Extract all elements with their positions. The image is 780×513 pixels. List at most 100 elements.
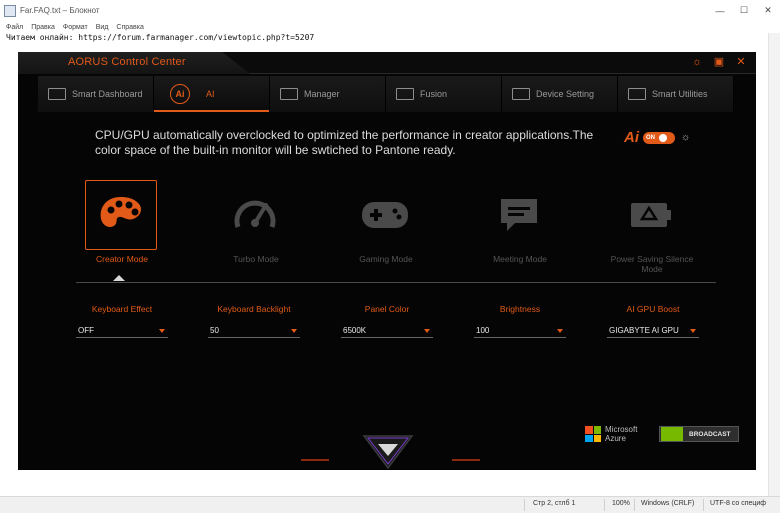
mode-settings: Keyboard Effect OFF Keyboard Backlight 5…: [18, 304, 756, 344]
tab-label: Smart Utilities: [652, 89, 708, 99]
selected-mode-caret: [113, 275, 125, 281]
panel-color-dropdown[interactable]: 6500K: [341, 324, 433, 338]
dropdown-value: 6500K: [343, 326, 367, 335]
section-divider: [76, 282, 716, 283]
keyboard-grid-icon: [280, 88, 298, 100]
bottom-accent-left: [301, 459, 329, 461]
microsoft-azure-label: Microsoft Azure: [605, 425, 638, 443]
app-title: AORUS Control Center: [68, 56, 186, 68]
notepad-titlebar: Far.FAQ.txt – Блокнот — ☐ ✕: [0, 0, 780, 21]
ai-logo: Ai: [624, 129, 639, 146]
restore-icon[interactable]: ▣: [712, 55, 726, 69]
chevron-down-icon: [288, 324, 300, 337]
mode-turbo[interactable]: Turbo Mode: [206, 178, 296, 278]
tab-smart-dashboard[interactable]: Smart Dashboard: [38, 76, 154, 112]
setting-keyboard-backlight: Keyboard Backlight 50: [208, 304, 300, 338]
menu-view[interactable]: Вид: [96, 24, 109, 31]
setting-label: Keyboard Backlight: [217, 304, 291, 314]
tab-fusion[interactable]: Fusion: [386, 76, 502, 112]
aorus-control-center: AORUS Control Center ☼ ▣ ✕ Smart Dashboa…: [18, 52, 756, 470]
aorus-emblem-icon: [362, 435, 414, 470]
chevron-down-icon: [156, 324, 168, 337]
dropdown-value: 50: [210, 326, 219, 335]
menu-help[interactable]: Справка: [116, 24, 143, 31]
notepad-window-title: Far.FAQ.txt – Блокнот: [20, 6, 100, 15]
brightness-icon[interactable]: ☼: [681, 132, 690, 143]
status-separator: [604, 499, 605, 511]
mode-power-saving[interactable]: Power Saving Silence Mode: [602, 178, 693, 278]
settings-icon[interactable]: ☼: [690, 55, 704, 69]
status-zoom: 100%: [612, 500, 630, 507]
keyboard-effect-dropdown[interactable]: OFF: [76, 324, 168, 338]
status-separator: [634, 499, 635, 511]
battery-recycle-icon: [631, 203, 671, 227]
bottom-accent-right: [452, 459, 480, 461]
maximize-button[interactable]: ☐: [732, 0, 756, 21]
laptop-icon: [512, 88, 530, 100]
mode-selector: Creator Mode Turbo Mode Gaming Mode Meet…: [58, 178, 738, 278]
brightness-dropdown[interactable]: 100: [474, 324, 566, 338]
tab-label: Device Setting: [536, 89, 595, 99]
window-controls: — ☐ ✕: [708, 0, 780, 21]
setting-label: Keyboard Effect: [91, 304, 153, 314]
tab-smart-utilities[interactable]: Smart Utilities: [618, 76, 734, 112]
status-line-endings: Windows (CRLF): [641, 500, 695, 507]
mode-icon-box: [219, 180, 291, 250]
main-tabs: Smart Dashboard Ai AI Manager Fusion Dev…: [38, 76, 738, 112]
chevron-down-icon: [687, 324, 699, 337]
gamepad-icon: [362, 202, 408, 228]
keyboard-backlight-dropdown[interactable]: 50: [208, 324, 300, 338]
tab-ai[interactable]: Ai AI: [154, 76, 270, 112]
minimize-button[interactable]: —: [708, 0, 732, 21]
mode-icon-box: [615, 180, 687, 250]
mode-label: Power Saving Silence Mode: [610, 254, 694, 274]
tab-label: Smart Dashboard: [72, 89, 143, 99]
mode-icon-box: [483, 180, 555, 250]
ai-toggle-group: Ai ON ☼: [624, 129, 690, 146]
notepad-text-line[interactable]: Читаем онлайн: https://forum.farmanager.…: [6, 33, 314, 42]
nvidia-logo-icon: [661, 427, 683, 441]
menu-format[interactable]: Формат: [63, 24, 88, 31]
chevron-down-icon: [554, 324, 566, 337]
mode-meeting[interactable]: Meeting Mode: [470, 178, 560, 278]
ai-gpu-boost-dropdown[interactable]: GIGABYTE AI GPU: [607, 324, 699, 338]
mode-creator[interactable]: Creator Mode: [72, 178, 162, 278]
nvidia-broadcast-badge: BROADCAST: [659, 426, 739, 442]
close-window-button[interactable]: ✕: [756, 0, 780, 21]
utilities-icon: [628, 88, 646, 100]
status-separator: [703, 499, 704, 511]
dashboard-icon: [48, 88, 66, 100]
toggle-knob: [659, 133, 667, 142]
speedometer-icon: [234, 200, 276, 228]
notepad-statusbar: Стр 2, стлб 1 100% Windows (CRLF) UTF-8 …: [0, 496, 780, 513]
broadcast-label: BROADCAST: [689, 430, 731, 438]
ai-toggle[interactable]: ON: [643, 131, 675, 144]
setting-panel-color: Panel Color 6500K: [341, 304, 433, 338]
mode-icon-box: [85, 180, 157, 250]
vertical-scrollbar[interactable]: [768, 33, 780, 496]
ai-icon: Ai: [170, 84, 190, 104]
mode-label: Turbo Mode: [233, 254, 279, 264]
tab-label: Manager: [304, 89, 340, 99]
menu-edit[interactable]: Правка: [31, 24, 55, 31]
setting-label: Brightness: [499, 304, 541, 314]
status-position: Стр 2, стлб 1: [533, 500, 576, 507]
app-titlebar: AORUS Control Center ☼ ▣ ✕: [18, 52, 756, 74]
status-separator: [524, 499, 525, 511]
notepad-menubar: Файл Правка Формат Вид Справка: [0, 21, 780, 33]
tab-device-setting[interactable]: Device Setting: [502, 76, 618, 112]
mode-icon-box: [349, 180, 421, 250]
tab-label: Fusion: [420, 89, 448, 99]
menu-file[interactable]: Файл: [6, 24, 23, 31]
dropdown-value: GIGABYTE AI GPU: [609, 326, 679, 335]
mode-label: Meeting Mode: [493, 254, 547, 264]
tab-manager[interactable]: Manager: [270, 76, 386, 112]
close-icon[interactable]: ✕: [734, 55, 748, 69]
notepad-icon: [4, 4, 16, 17]
mode-gaming[interactable]: Gaming Mode: [336, 178, 426, 278]
dropdown-value: OFF: [78, 326, 94, 335]
setting-label: AI GPU Boost: [626, 304, 680, 314]
setting-brightness: Brightness 100: [474, 304, 566, 338]
dropdown-value: 100: [476, 326, 490, 335]
setting-keyboard-effect: Keyboard Effect OFF: [76, 304, 168, 338]
